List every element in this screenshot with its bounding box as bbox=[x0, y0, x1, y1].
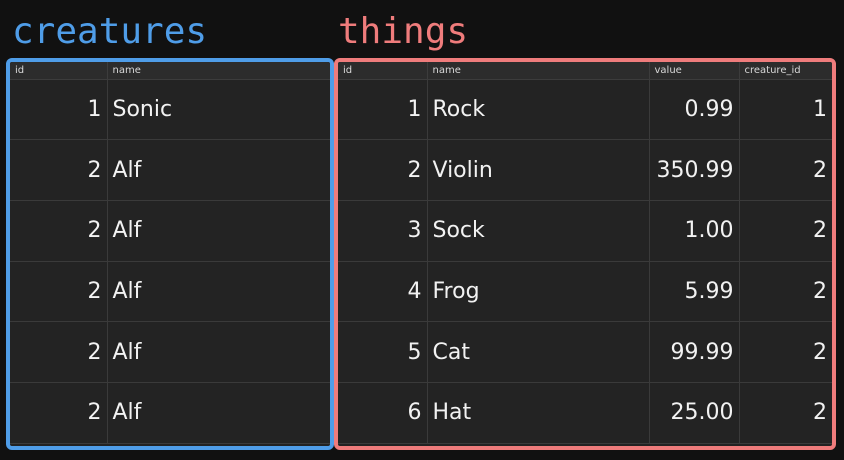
table-row[interactable]: 2 Violin 350.99 2 bbox=[338, 139, 832, 201]
cell-value[interactable]: 350.99 bbox=[649, 139, 740, 201]
cell-value[interactable]: 0.99 bbox=[649, 79, 740, 141]
cell-name[interactable]: Hat bbox=[427, 382, 650, 444]
cell-id[interactable]: 3 bbox=[338, 200, 428, 262]
cell-id[interactable]: 1 bbox=[338, 79, 428, 141]
cell-id[interactable]: 4 bbox=[338, 261, 428, 323]
table-row[interactable]: 2 Alf bbox=[10, 200, 330, 262]
cell-creature-id[interactable]: 2 bbox=[739, 200, 832, 262]
creatures-title: creatures bbox=[12, 11, 208, 52]
table-row[interactable]: 5 Cat 99.99 2 bbox=[338, 321, 832, 383]
cell-value[interactable]: 99.99 bbox=[649, 321, 740, 383]
cell-creature-id[interactable]: 1 bbox=[739, 79, 832, 141]
creatures-header-row: id name bbox=[10, 62, 330, 80]
cell-name[interactable]: Sonic bbox=[107, 79, 330, 141]
column-header-creature-id[interactable]: creature_id bbox=[739, 62, 832, 80]
cell-id[interactable]: 2 bbox=[10, 200, 108, 262]
things-header-row: id name value creature_id bbox=[338, 62, 832, 80]
cell-id[interactable]: 2 bbox=[10, 321, 108, 383]
things-table: id name value creature_id 1 Rock 0.99 1 … bbox=[338, 62, 832, 444]
cell-id[interactable]: 2 bbox=[10, 139, 108, 201]
cell-value[interactable]: 5.99 bbox=[649, 261, 740, 323]
table-row[interactable]: 1 Rock 0.99 1 bbox=[338, 79, 832, 141]
column-header-id[interactable]: id bbox=[338, 62, 428, 80]
cell-name[interactable]: Violin bbox=[427, 139, 650, 201]
cell-name[interactable]: Cat bbox=[427, 321, 650, 383]
cell-id[interactable]: 6 bbox=[338, 382, 428, 444]
table-row[interactable]: 3 Sock 1.00 2 bbox=[338, 200, 832, 262]
cell-name[interactable]: Alf bbox=[107, 139, 330, 201]
column-header-name[interactable]: name bbox=[107, 62, 330, 80]
cell-id[interactable]: 5 bbox=[338, 321, 428, 383]
table-row[interactable]: 1 Sonic bbox=[10, 79, 330, 141]
creatures-table-panel: id name 1 Sonic 2 Alf 2 Alf 2 Alf 2 Alf … bbox=[6, 58, 334, 450]
cell-name[interactable]: Alf bbox=[107, 261, 330, 323]
cell-name[interactable]: Rock bbox=[427, 79, 650, 141]
column-header-value[interactable]: value bbox=[649, 62, 740, 80]
cell-id[interactable]: 1 bbox=[10, 79, 108, 141]
cell-value[interactable]: 1.00 bbox=[649, 200, 740, 262]
creatures-table: id name 1 Sonic 2 Alf 2 Alf 2 Alf 2 Alf … bbox=[10, 62, 330, 444]
cell-value[interactable]: 25.00 bbox=[649, 382, 740, 444]
cell-name[interactable]: Frog bbox=[427, 261, 650, 323]
cell-creature-id[interactable]: 2 bbox=[739, 261, 832, 323]
things-title: things bbox=[338, 11, 469, 52]
column-header-id[interactable]: id bbox=[10, 62, 108, 80]
cell-name[interactable]: Sock bbox=[427, 200, 650, 262]
cell-name[interactable]: Alf bbox=[107, 321, 330, 383]
table-row[interactable]: 4 Frog 5.99 2 bbox=[338, 261, 832, 323]
cell-name[interactable]: Alf bbox=[107, 200, 330, 262]
cell-id[interactable]: 2 bbox=[338, 139, 428, 201]
table-row[interactable]: 2 Alf bbox=[10, 321, 330, 383]
cell-name[interactable]: Alf bbox=[107, 382, 330, 444]
table-row[interactable]: 6 Hat 25.00 2 bbox=[338, 382, 832, 444]
cell-creature-id[interactable]: 2 bbox=[739, 382, 832, 444]
cell-creature-id[interactable]: 2 bbox=[739, 321, 832, 383]
table-row[interactable]: 2 Alf bbox=[10, 382, 330, 444]
column-header-name[interactable]: name bbox=[427, 62, 650, 80]
table-row[interactable]: 2 Alf bbox=[10, 261, 330, 323]
cell-id[interactable]: 2 bbox=[10, 261, 108, 323]
cell-id[interactable]: 2 bbox=[10, 382, 108, 444]
table-row[interactable]: 2 Alf bbox=[10, 139, 330, 201]
cell-creature-id[interactable]: 2 bbox=[739, 139, 832, 201]
things-table-panel: id name value creature_id 1 Rock 0.99 1 … bbox=[334, 58, 836, 450]
